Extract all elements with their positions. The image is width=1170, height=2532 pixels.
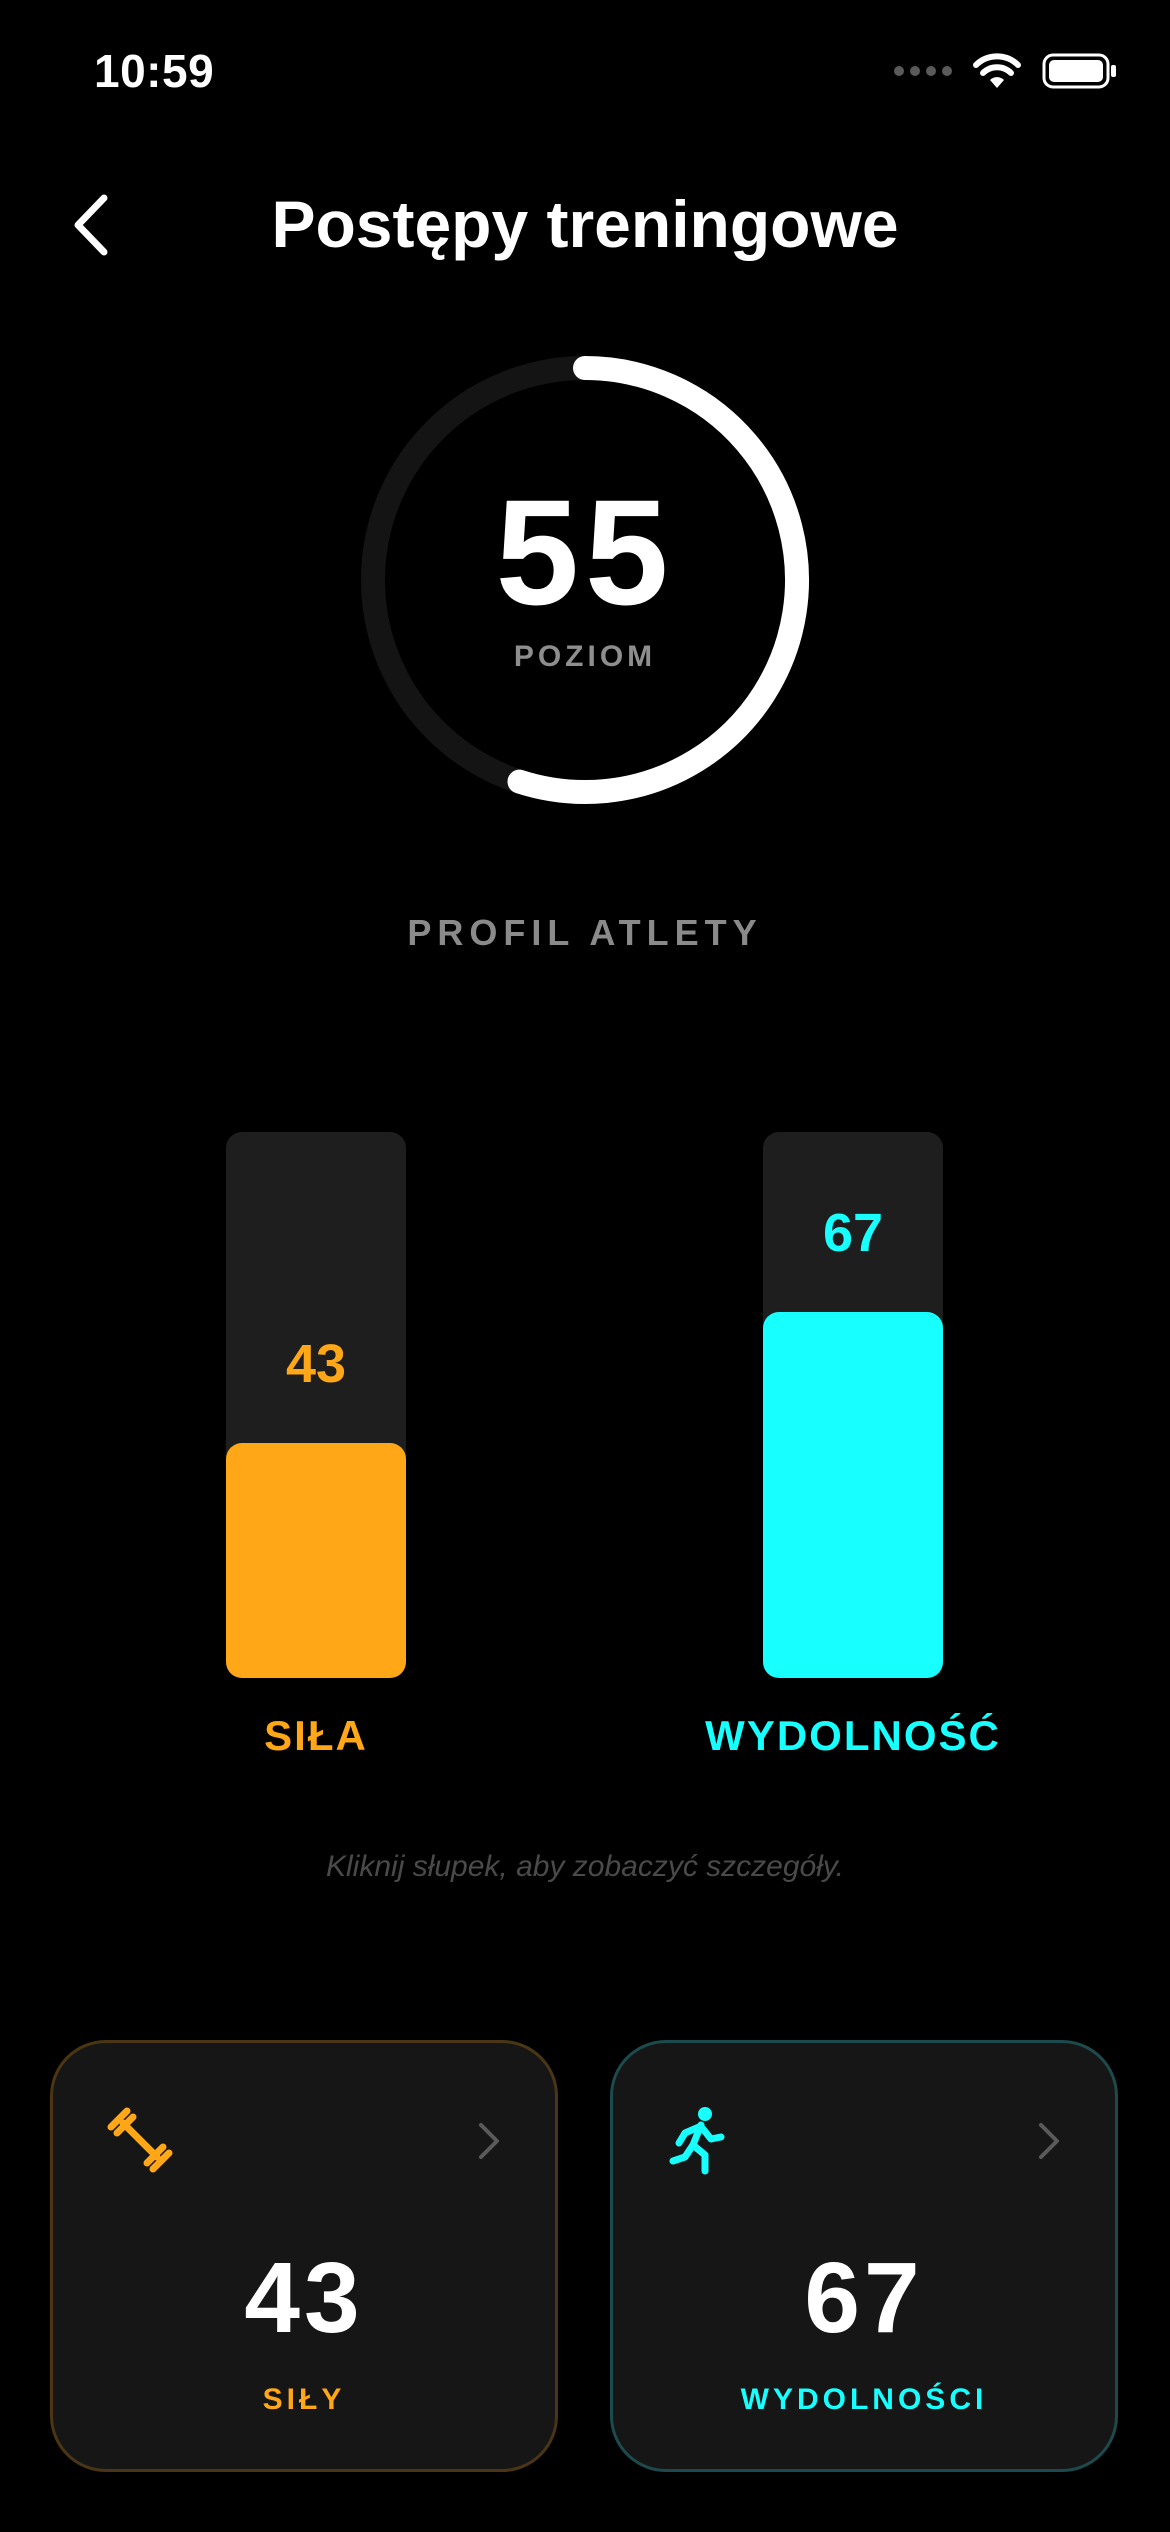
card-value-strength: 43: [244, 2242, 364, 2354]
bar-label-endurance: WYDOLNOŚĆ: [705, 1712, 1001, 1759]
chevron-right-icon: [479, 2123, 499, 2159]
level-value: 55: [495, 468, 675, 636]
level-label: POZIOM: [513, 640, 657, 673]
chevron-right-icon: [1039, 2123, 1059, 2159]
hint-text: Kliknij słupek, aby zobaczyć szczegóły.: [326, 1850, 844, 1883]
bar-fill-endurance: [763, 1312, 943, 1678]
bar-value-endurance: 67: [822, 1203, 884, 1263]
runner-icon: [669, 2107, 725, 2175]
strength-card[interactable]: 43 SIŁY: [50, 2040, 558, 2472]
card-value-endurance: 67: [804, 2242, 924, 2354]
bar-value-strength: 43: [285, 1334, 347, 1394]
dumbbell-icon: [107, 2107, 173, 2173]
card-label-strength: SIŁY: [262, 2383, 346, 2416]
status-icons: [894, 52, 1118, 90]
card-label-endurance: WYDOLNOŚCI: [740, 2383, 988, 2416]
bar-label-strength: SIŁA: [264, 1712, 368, 1759]
page-title: Postępy treningowe: [271, 187, 899, 261]
bar-strength[interactable]: [226, 1132, 406, 1678]
status-time: 10:59: [94, 45, 215, 97]
battery-icon: [1042, 53, 1116, 89]
wifi-icon: [973, 53, 1021, 88]
cellular-signal-icon: [894, 66, 952, 76]
endurance-card[interactable]: 67 WYDOLNOŚCI: [610, 2040, 1118, 2472]
bar-fill-strength: [226, 1443, 406, 1678]
section-title: PROFIL ATLETY: [407, 912, 763, 953]
